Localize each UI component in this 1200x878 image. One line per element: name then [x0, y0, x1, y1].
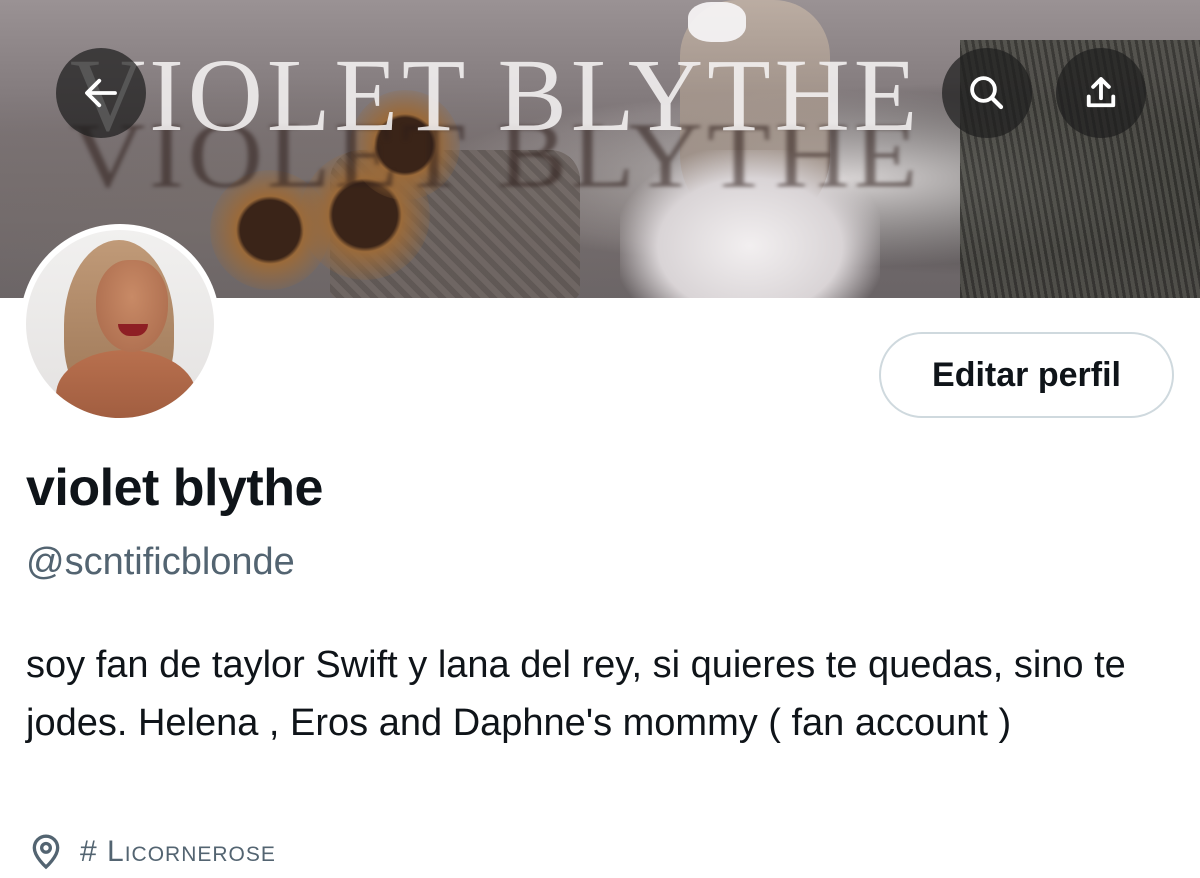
edit-profile-button[interactable]: Editar perfil: [879, 332, 1174, 418]
share-upload-icon: [1086, 77, 1116, 108]
banner-title: VIOLET BLYTHE: [70, 38, 922, 153]
search-icon: [970, 76, 1004, 110]
username-handle: @scntificblonde: [26, 541, 295, 583]
avatar-face: [96, 260, 168, 352]
profile-bio: soy fan de taylor Swift y lana del rey, …: [26, 644, 1126, 744]
share-button[interactable]: [1056, 48, 1146, 138]
arrow-left-icon: [85, 78, 117, 108]
map-pin-icon: [32, 834, 60, 870]
avatar-photo: [26, 230, 214, 418]
back-button[interactable]: [56, 48, 146, 138]
display-name: violet blythe: [26, 459, 323, 517]
search-button[interactable]: [942, 48, 1032, 138]
avatar[interactable]: [20, 224, 220, 424]
location-text: # Licornerose: [80, 835, 276, 868]
profile-location: # Licornerose: [26, 832, 276, 872]
